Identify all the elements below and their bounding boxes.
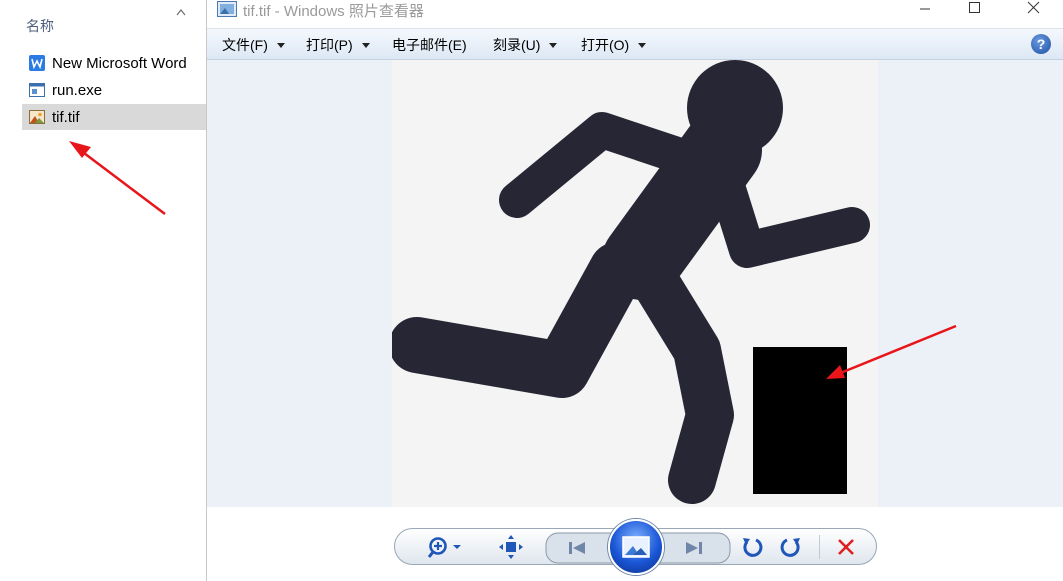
chevron-down-icon [361,42,370,48]
sort-ascending-icon[interactable] [176,8,186,16]
menu-label: 文件(F) [222,37,268,53]
menu-bar: 文件(F) 打印(P) 电子邮件(E) 刻录(U) 打开(O) ? [207,28,1063,60]
running-person-icon [389,60,870,504]
title-bar[interactable]: tif.tif - Windows 照片查看器 [207,0,1063,26]
photo-viewer-app-icon [217,1,237,17]
window-title: tif.tif - Windows 照片查看器 [243,3,424,20]
zoom-icon[interactable] [425,533,465,561]
help-button[interactable]: ? [1031,34,1051,54]
file-name: run.exe [52,81,103,99]
slideshow-icon [622,536,650,558]
file-item-word[interactable]: New Microsoft Word [22,50,206,76]
rotate-counterclockwise-icon[interactable] [738,533,766,561]
close-button[interactable] [1011,0,1057,24]
chevron-down-icon [276,42,285,48]
displayed-image [389,60,878,507]
word-doc-icon [29,55,45,71]
chevron-down-icon [549,42,558,48]
menu-label: 电子邮件(E) [392,37,467,53]
menu-print[interactable]: 打印(P) [306,35,370,55]
name-column-header[interactable]: 名称 [26,16,54,36]
photo-viewer-window: tif.tif - Windows 照片查看器 文件(F) 打印(P) 电子邮件… [206,0,1063,581]
file-list-header: 名称 [0,0,206,46]
file-explorer-pane: 名称 New Microsoft Word run.exe tif.tif [0,0,206,581]
file-item-exe[interactable]: run.exe [22,77,206,103]
menu-label: 打印(P) [306,37,353,53]
file-name: New Microsoft Word [52,54,187,72]
image-file-icon [29,110,45,124]
maximize-button[interactable] [952,0,998,24]
exe-icon [29,83,45,97]
menu-file[interactable]: 文件(F) [222,35,285,55]
menu-label: 打开(O) [581,37,630,53]
next-icon[interactable] [680,534,708,562]
chevron-down-icon [638,42,647,48]
previous-icon[interactable] [563,534,591,562]
file-item-tif[interactable]: tif.tif [22,104,206,130]
menu-email[interactable]: 电子邮件(E) [392,35,467,55]
rotate-clockwise-icon[interactable] [777,533,805,561]
toolbar-divider [819,535,820,559]
file-name: tif.tif [52,108,80,126]
image-display-area [207,60,1063,507]
menu-burn[interactable]: 刻录(U) [493,35,558,55]
menu-open[interactable]: 打开(O) [581,35,647,55]
delete-icon[interactable] [832,533,860,561]
menu-label: 刻录(U) [493,37,541,53]
minimize-button[interactable] [902,0,948,24]
actual-size-icon[interactable] [497,533,525,561]
